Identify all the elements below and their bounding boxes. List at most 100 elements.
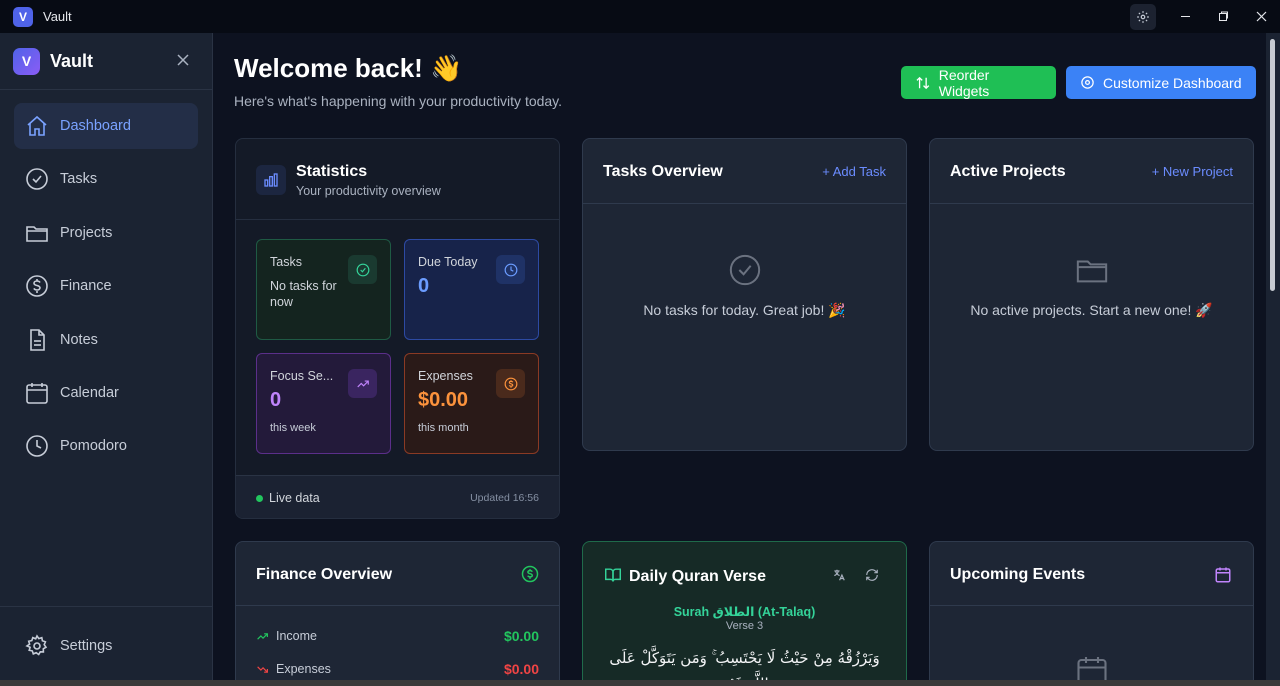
divider [236, 219, 559, 220]
upcoming-events-widget: Upcoming Events [929, 541, 1254, 686]
expenses-label: Expenses [276, 662, 331, 676]
page-title: Welcome back! 👋 [234, 53, 463, 83]
calendar-icon [1214, 566, 1232, 589]
book-open-icon [604, 567, 622, 588]
tasks-tile[interactable]: Tasks No tasks for now [256, 239, 391, 340]
tile-value: $0.00 [418, 389, 469, 411]
tile-label: Expenses [418, 369, 473, 383]
tile-value: 0 [270, 389, 282, 411]
tile-note: No tasks for now [270, 279, 337, 309]
sidebar-brand: Vault [50, 50, 94, 71]
customize-dashboard-label: Customize Dashboard [1103, 74, 1242, 91]
sidebar-item-label: Settings [60, 638, 113, 654]
add-task-button[interactable]: + Add Task [822, 164, 886, 179]
gear-icon [1081, 76, 1094, 89]
sidebar-item-finance[interactable]: Finance [14, 263, 198, 309]
scrollbar[interactable] [1266, 33, 1280, 686]
main-content: Welcome back! 👋 Here's what's happening … [214, 33, 1266, 686]
check-circle-icon [24, 166, 50, 192]
page-subtitle: Here's what's happening with your produc… [234, 93, 563, 109]
tile-note: this week [270, 422, 316, 434]
sidebar-item-label: Calendar [60, 384, 119, 401]
empty-state-text: No tasks for today. Great job! 🎉 [643, 302, 846, 318]
folder-icon [1074, 253, 1110, 292]
sidebar-footer: Settings [0, 606, 213, 686]
trending-down-icon [257, 665, 268, 673]
close-icon[interactable] [176, 53, 190, 67]
income-label: Income [276, 629, 317, 643]
finance-overview-widget: Finance Overview Income $0.00 Expenses $… [235, 541, 560, 686]
expenses-tile[interactable]: Expenses $0.00 this month [404, 353, 539, 454]
tasks-overview-title: Tasks Overview [603, 163, 723, 180]
upcoming-events-title: Upcoming Events [950, 566, 1086, 583]
finance-overview-title: Finance Overview [256, 566, 393, 583]
updated-timestamp: Updated 16:56 [470, 492, 539, 504]
due-today-tile[interactable]: Due Today 0 [404, 239, 539, 340]
title-bar: V Vault [0, 0, 1280, 33]
minimize-button[interactable] [1166, 0, 1204, 33]
dollar-circle-icon [521, 565, 539, 588]
sidebar-item-label: Tasks [60, 171, 98, 188]
reorder-widgets-button[interactable]: Reorder Widgets [901, 66, 1056, 99]
sidebar-item-pomodoro[interactable]: Pomodoro [14, 423, 198, 469]
active-projects-title: Active Projects [950, 163, 1066, 180]
refresh-icon[interactable] [865, 568, 879, 587]
clock-icon [24, 433, 50, 459]
app-logo: V [13, 6, 33, 27]
statistics-title: Statistics [296, 163, 368, 180]
sidebar-item-settings[interactable]: Settings [14, 623, 199, 669]
sidebar-item-label: Notes [60, 331, 98, 348]
empty-state-text: No active projects. Start a new one! 🚀 [970, 302, 1213, 318]
sidebar-item-tasks[interactable]: Tasks [14, 156, 198, 202]
gear-icon[interactable] [1130, 3, 1156, 30]
expenses-value: $0.00 [503, 661, 539, 677]
check-circle-icon [348, 255, 377, 284]
statistics-widget: Statistics Your productivity overview Ta… [235, 138, 560, 519]
surah-name: Surah الطلاق (At-Talaq) [673, 605, 816, 619]
reorder-widgets-label: Reorder Widgets [938, 66, 990, 99]
divider [930, 605, 1253, 606]
tasks-overview-widget: Tasks Overview + Add Task No tasks for t… [582, 138, 907, 451]
divider [583, 203, 906, 204]
maximize-button[interactable] [1204, 0, 1242, 33]
scrollbar-thumb[interactable] [1270, 39, 1275, 291]
statistics-footer: Live data Updated 16:56 [236, 475, 559, 518]
dollar-circle-icon [24, 273, 50, 299]
check-circle-icon [728, 253, 762, 292]
tile-value: 0 [418, 275, 430, 297]
sidebar-item-label: Dashboard [60, 118, 131, 134]
statistics-subtitle: Your productivity overview [296, 184, 441, 198]
trending-up-icon [348, 369, 377, 398]
live-label: Live data [269, 491, 320, 505]
file-icon [24, 327, 50, 353]
sidebar-item-label: Projects [60, 224, 113, 241]
tile-label: Tasks [270, 255, 302, 269]
tile-note: this month [418, 422, 469, 434]
divider [930, 203, 1253, 204]
active-projects-widget: Active Projects + New Project No active … [929, 138, 1254, 451]
verse-number: Verse 3 [725, 620, 764, 632]
tile-label: Focus Se... [270, 369, 334, 383]
sidebar-item-notes[interactable]: Notes [14, 317, 198, 363]
focus-sessions-tile[interactable]: Focus Se... 0 this week [256, 353, 391, 454]
sidebar-header: V Vault [0, 33, 212, 90]
close-button[interactable] [1242, 0, 1280, 33]
calendar-icon [24, 380, 50, 406]
expenses-row: Expenses $0.00 [256, 659, 539, 679]
sidebar-item-calendar[interactable]: Calendar [14, 370, 198, 416]
gear-icon [24, 633, 50, 659]
sidebar-item-label: Finance [60, 278, 112, 295]
sidebar-item-label: Pomodoro [60, 438, 127, 455]
sidebar: V Vault Dashboard Tasks Projects Finance… [0, 33, 213, 686]
sidebar-item-projects[interactable]: Projects [14, 210, 198, 256]
translate-icon[interactable] [832, 568, 846, 587]
new-project-button[interactable]: + New Project [1152, 164, 1233, 179]
income-value: $0.00 [503, 628, 539, 644]
live-indicator [256, 495, 263, 502]
sidebar-item-dashboard[interactable]: Dashboard [14, 103, 198, 149]
tile-label: Due Today [418, 255, 478, 269]
folder-icon [24, 220, 50, 246]
bar-chart-icon [256, 165, 286, 195]
window-bottom-edge [0, 680, 1280, 686]
customize-dashboard-button[interactable]: Customize Dashboard [1066, 66, 1256, 99]
